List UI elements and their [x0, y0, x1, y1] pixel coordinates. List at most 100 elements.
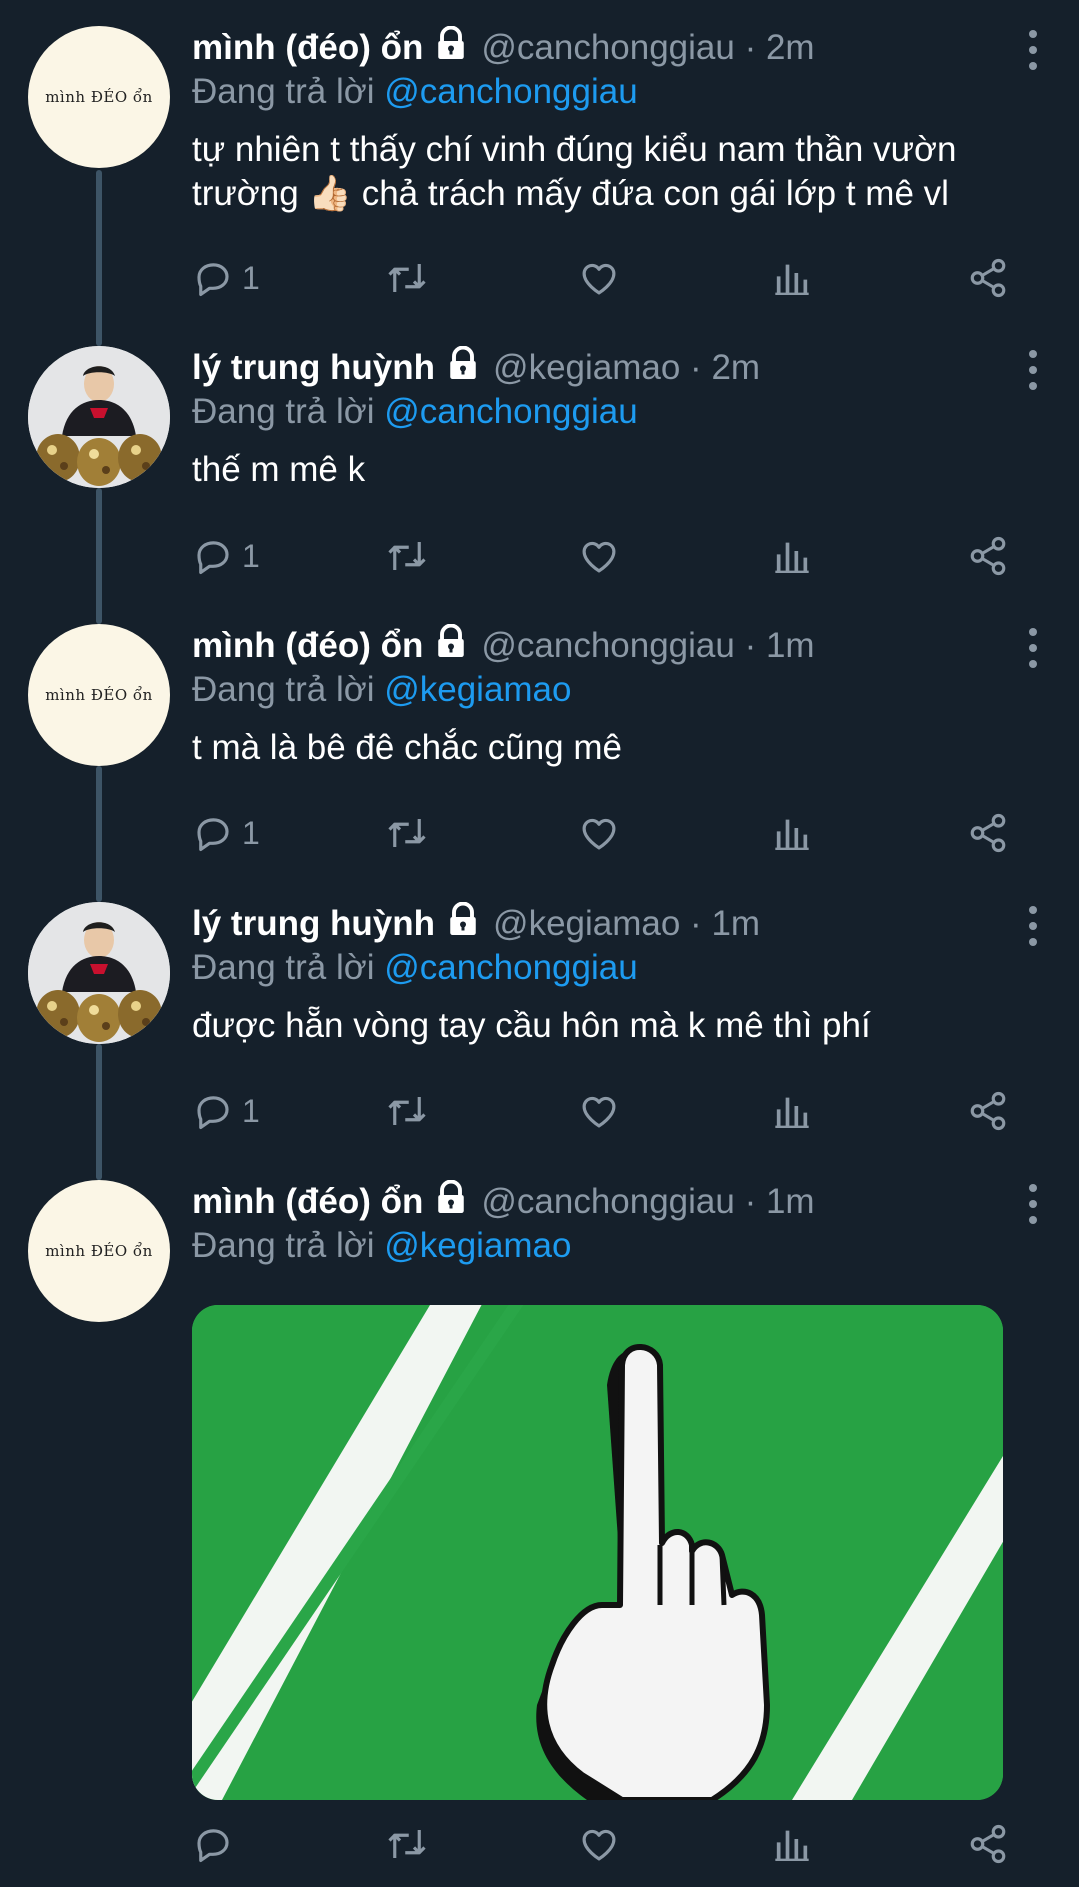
like-button[interactable] — [578, 1819, 620, 1869]
handle-and-time[interactable]: @canchonggiau · 1m — [481, 1182, 814, 1222]
replying-to: Đang trả lời @kegiamao — [192, 668, 1022, 712]
handle-and-time[interactable]: @kegiamao · 1m — [493, 904, 760, 944]
display-name[interactable]: mình (đéo) ổn — [192, 1182, 423, 1222]
share-button[interactable] — [967, 531, 1009, 581]
reply-icon — [197, 1096, 229, 1130]
reply-count: 1 — [242, 259, 260, 296]
avatar-logo-text: mình ĐÉO ổn — [45, 686, 153, 704]
display-name[interactable]: lý trung huỳnh — [192, 348, 435, 388]
display-name[interactable]: mình (đéo) ổn — [192, 28, 423, 68]
mention-link[interactable]: @canchonggiau — [384, 72, 638, 111]
tweet-text: tự nhiên t thấy chí vinh đúng kiểu nam t… — [192, 128, 1022, 216]
retweet-button[interactable] — [384, 1819, 430, 1869]
replying-prefix: Đang trả lời — [192, 392, 375, 431]
mention-link[interactable]: @canchonggiau — [384, 948, 638, 987]
lock-icon — [433, 623, 469, 669]
tweet-content: lý trung huỳnh @kegiamao · 2m Đang trả l… — [192, 345, 1022, 492]
replying-prefix: Đang trả lời — [192, 948, 375, 987]
reply-count: 1 — [242, 814, 260, 851]
analytics-icon — [775, 264, 809, 295]
tweet-text-line: tự nhiên t thấy chí vinh đúng kiểu nam t… — [192, 130, 957, 169]
display-name[interactable]: lý trung huỳnh — [192, 904, 435, 944]
share-button[interactable] — [967, 808, 1009, 858]
share-icon — [970, 1091, 1006, 1131]
analytics-icon — [775, 542, 809, 573]
avatar[interactable]: mình ĐÉO ổn — [28, 624, 170, 766]
handle-and-time[interactable]: @canchonggiau · 1m — [481, 626, 814, 666]
like-button[interactable] — [578, 808, 620, 858]
heart-icon — [582, 1829, 616, 1861]
avatar[interactable] — [28, 346, 170, 488]
tweet-actions: 1 — [192, 1086, 1022, 1136]
reply-button[interactable] — [192, 1819, 242, 1869]
mention-link[interactable]: @canchonggiau — [384, 392, 638, 431]
reply-button[interactable]: 1 — [192, 1086, 260, 1136]
lock-icon — [433, 25, 469, 71]
retweet-button[interactable] — [384, 253, 430, 303]
tweet-actions — [192, 1819, 1022, 1869]
reply-button[interactable]: 1 — [192, 808, 260, 858]
tweet-content: mình (đéo) ổn @canchonggiau · 1m Đang tr… — [192, 623, 1022, 770]
reply-icon — [197, 263, 229, 297]
share-button[interactable] — [967, 1086, 1009, 1136]
more-options-icon[interactable] — [1023, 1184, 1043, 1224]
share-icon — [970, 813, 1006, 853]
heart-icon — [582, 818, 616, 850]
like-button[interactable] — [578, 1086, 620, 1136]
tweet-header: mình (đéo) ổn @canchonggiau · 1m — [192, 623, 1022, 669]
thread-connector — [96, 766, 102, 902]
avatar-logo-text: mình ĐÉO ổn — [45, 88, 153, 106]
more-options-icon[interactable] — [1023, 350, 1043, 390]
display-name[interactable]: mình (đéo) ổn — [192, 626, 423, 666]
handle-and-time[interactable]: @canchonggiau · 2m — [481, 28, 814, 68]
mention-link[interactable]: @kegiamao — [384, 1226, 571, 1265]
like-button[interactable] — [578, 253, 620, 303]
retweet-button[interactable] — [384, 1086, 430, 1136]
retweet-button[interactable] — [384, 808, 430, 858]
more-options-icon[interactable] — [1023, 628, 1043, 668]
analytics-button[interactable] — [772, 531, 812, 581]
tweet-text: t mà là bê đê chắc cũng mê — [192, 726, 1022, 770]
thread-connector — [96, 170, 102, 346]
replying-to: Đang trả lời @canchonggiau — [192, 390, 1022, 434]
middle-finger-card-image — [192, 1305, 1003, 1800]
retweet-icon — [388, 1097, 426, 1125]
analytics-icon — [775, 819, 809, 850]
share-button[interactable] — [967, 253, 1009, 303]
replying-to: Đang trả lời @canchonggiau — [192, 946, 1022, 990]
avatar-logo-text: mình ĐÉO ổn — [45, 1242, 153, 1260]
profile-photo-image — [28, 346, 170, 488]
tweet-actions: 1 — [192, 808, 1022, 858]
tweet-actions: 1 — [192, 253, 1022, 303]
replying-to: Đang trả lời @kegiamao — [192, 1224, 1022, 1268]
share-icon — [970, 1824, 1006, 1864]
like-button[interactable] — [578, 531, 620, 581]
reply-icon — [197, 1829, 229, 1863]
reply-icon — [197, 541, 229, 575]
tweet-text: được hẵn vòng tay cầu hôn mà k mê thì ph… — [192, 1004, 1022, 1048]
replying-prefix: Đang trả lời — [192, 1226, 375, 1265]
reply-button[interactable]: 1 — [192, 531, 260, 581]
share-button[interactable] — [967, 1819, 1009, 1869]
avatar[interactable]: mình ĐÉO ổn — [28, 26, 170, 168]
tweet-content: mình (đéo) ổn @canchonggiau · 1m Đang tr… — [192, 1179, 1022, 1268]
reply-count: 1 — [242, 1092, 260, 1129]
analytics-button[interactable] — [772, 253, 812, 303]
analytics-button[interactable] — [772, 808, 812, 858]
analytics-button[interactable] — [772, 1819, 812, 1869]
retweet-button[interactable] — [384, 531, 430, 581]
analytics-button[interactable] — [772, 1086, 812, 1136]
more-options-icon[interactable] — [1023, 30, 1043, 70]
handle-and-time[interactable]: @kegiamao · 2m — [493, 348, 760, 388]
more-options-icon[interactable] — [1023, 906, 1043, 946]
tweet-header: mình (đéo) ổn @canchonggiau · 1m — [192, 1179, 1022, 1224]
tweet-text-line: trường 👍🏻 chả trách mấy đứa con gái lớp … — [192, 174, 949, 213]
tweet-media-image[interactable] — [192, 1305, 1003, 1800]
retweet-icon — [388, 819, 426, 847]
avatar[interactable]: mình ĐÉO ổn — [28, 1180, 170, 1322]
reply-button[interactable]: 1 — [192, 253, 260, 303]
avatar[interactable] — [28, 902, 170, 1044]
tweet-text-line: được hẵn vòng tay cầu hôn mà k mê thì ph… — [192, 1006, 871, 1045]
mention-link[interactable]: @kegiamao — [384, 670, 571, 709]
lock-icon — [445, 345, 481, 391]
